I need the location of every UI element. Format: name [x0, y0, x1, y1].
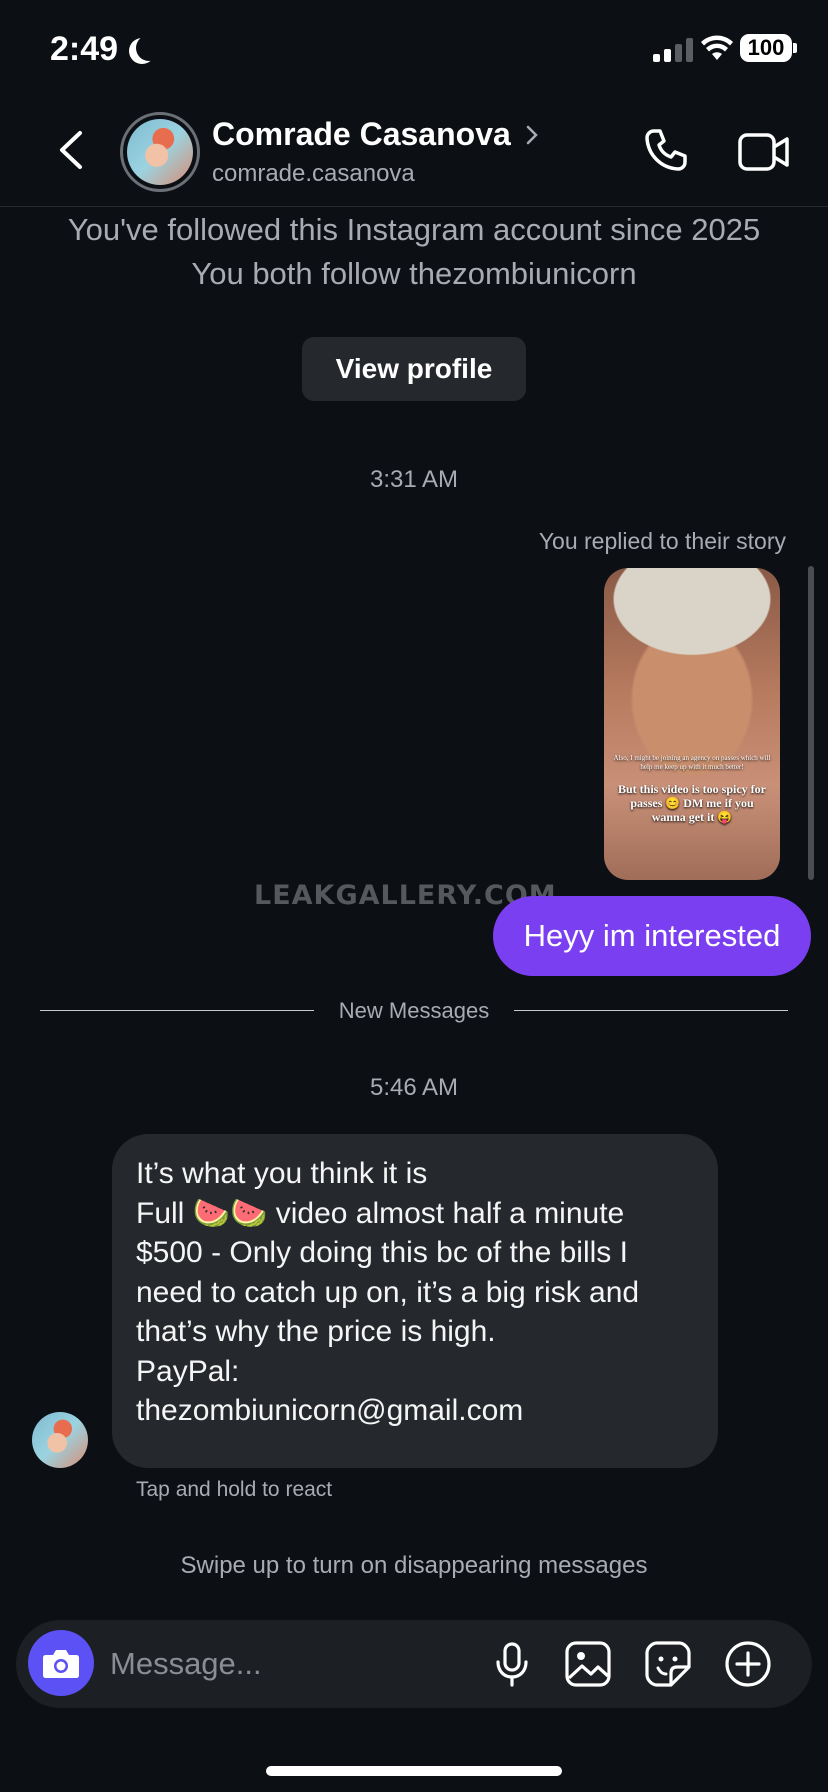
received-message-bubble[interactable]: It’s what you think it is Full 🍉🍉 video … [112, 1134, 718, 1468]
follow-since-text: You've followed this Instagram account s… [67, 212, 761, 247]
status-time: 2:49 [50, 30, 152, 69]
story-caption-small: Also, I might be joining an agency on pa… [613, 754, 771, 771]
tap-to-react-hint: Tap and hold to react [136, 1478, 333, 1501]
message-line: need to catch up on, it’s a big risk and [136, 1275, 640, 1309]
gallery-icon[interactable] [564, 1640, 612, 1688]
profile-avatar[interactable] [120, 112, 200, 192]
message-line: that’s why the price is high. [136, 1315, 496, 1348]
cellular-signal-icon [653, 38, 693, 62]
chevron-right-icon [526, 125, 538, 144]
header-divider [0, 206, 828, 207]
sticker-icon[interactable] [644, 1640, 692, 1688]
microphone-icon[interactable] [488, 1640, 536, 1688]
disappearing-messages-hint: Swipe up to turn on disappearing message… [180, 1552, 648, 1579]
add-icon[interactable] [724, 1640, 772, 1688]
scrollbar[interactable] [808, 566, 814, 880]
message-timestamp: 3:31 AM [369, 466, 459, 493]
message-line: PayPal: [136, 1354, 240, 1388]
story-reply-label: You replied to their story [538, 528, 786, 554]
camera-button[interactable] [28, 1630, 94, 1696]
message-line: thezombiunicorn@gmail.com [136, 1394, 524, 1427]
new-messages-divider-right [514, 1010, 788, 1011]
view-profile-button[interactable]: View profile [302, 337, 526, 401]
back-arrow-icon[interactable] [56, 130, 86, 170]
contact-name[interactable]: Comrade Casanova [212, 116, 539, 153]
home-indicator [266, 1766, 562, 1776]
contact-username[interactable]: comrade.casanova [212, 160, 415, 188]
message-line: It’s what you think it is [136, 1157, 428, 1190]
message-input[interactable] [110, 1638, 470, 1690]
sent-message-bubble[interactable]: Heyy im interested [493, 896, 811, 976]
avatar-image [127, 119, 193, 185]
story-caption-big: But this video is too spicy for passes 😊… [617, 782, 766, 824]
new-messages-label: New Messages [338, 998, 490, 1023]
phone-call-icon[interactable] [642, 126, 690, 174]
moon-icon [136, 35, 162, 61]
message-line: $500 - Only doing this bc of the bills I [136, 1236, 628, 1269]
message-line: Full 🍉🍉 video almost half a minute [136, 1196, 625, 1230]
sender-avatar[interactable] [32, 1412, 88, 1468]
mutual-follow-text: You both follow thezombiunicorn [191, 256, 637, 291]
video-call-icon[interactable] [738, 132, 790, 172]
camera-icon [43, 1650, 79, 1678]
message-timestamp: 5:46 AM [369, 1074, 459, 1101]
story-thumbnail[interactable]: Also, I might be joining an agency on pa… [604, 568, 780, 880]
sent-message-text: Heyy im interested [523, 918, 781, 953]
battery-icon: 100 [740, 34, 797, 62]
wifi-icon [701, 35, 733, 60]
